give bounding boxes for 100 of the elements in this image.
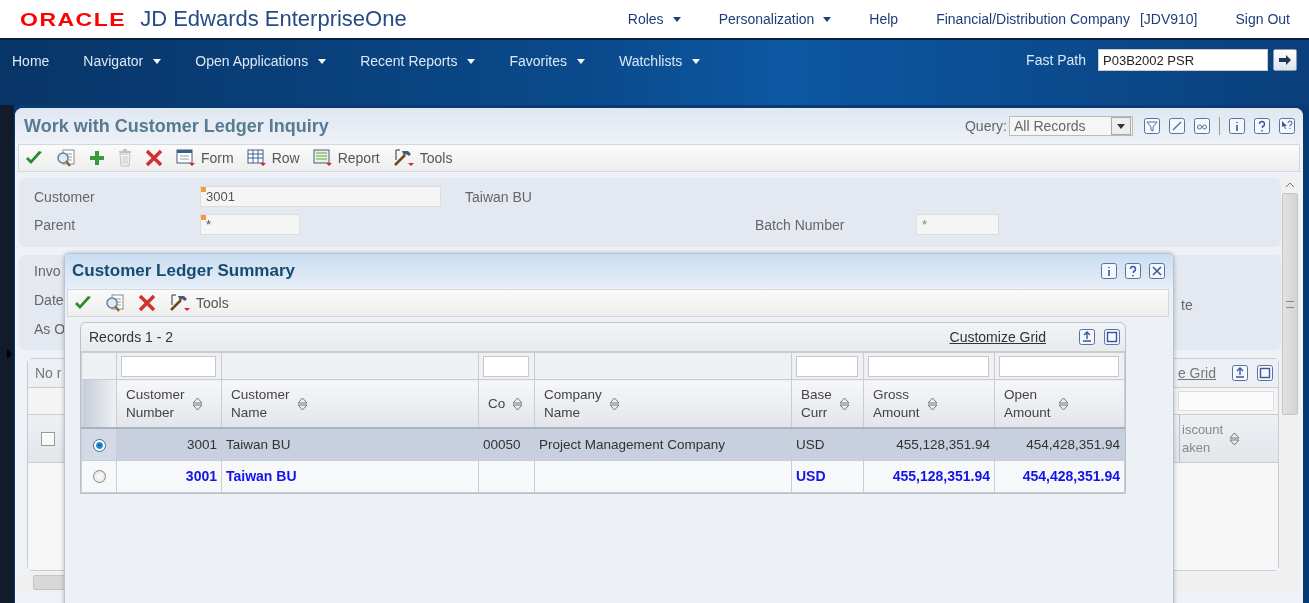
- table-cell: Taiwan BU: [221, 460, 479, 492]
- sort-icon[interactable]: [838, 396, 850, 411]
- field-label: As O: [34, 321, 66, 337]
- caret-icon: [467, 58, 476, 64]
- edit-icon[interactable]: [1169, 118, 1185, 134]
- customize-grid-link[interactable]: e Grid: [1177, 365, 1216, 381]
- records-label: Records 1 - 2: [89, 329, 174, 345]
- tools-menu-button[interactable]: Tools: [169, 294, 229, 312]
- arrow-icon: [1277, 52, 1293, 68]
- close-button[interactable]: [138, 294, 156, 312]
- query-dropdown[interactable]: All Records: [1009, 116, 1133, 136]
- item-help-icon[interactable]: [1279, 118, 1295, 134]
- go-button[interactable]: [1273, 49, 1297, 71]
- check-icon: [25, 150, 43, 166]
- hammer-icon: [169, 294, 191, 312]
- sort-icon[interactable]: [191, 396, 203, 411]
- report-icon: [312, 149, 333, 167]
- column-header[interactable]: Open Amount: [994, 379, 1125, 428]
- check-button[interactable]: [74, 295, 92, 311]
- maximize-icon[interactable]: [1104, 329, 1120, 345]
- find-button[interactable]: [105, 294, 125, 312]
- column-header[interactable]: Company Name: [534, 379, 792, 428]
- sort-icon[interactable]: [926, 396, 938, 411]
- menu-item[interactable]: Favorites: [509, 53, 585, 69]
- close-button[interactable]: [145, 149, 163, 167]
- filter-field[interactable]: [796, 355, 858, 377]
- fast-path-field[interactable]: P03B2002 PSR: [1098, 49, 1268, 71]
- header-link[interactable]: Sign Out: [1235, 11, 1290, 27]
- query-label: Query:: [965, 118, 1007, 134]
- header-link[interactable]: Help: [869, 11, 899, 27]
- export-icon[interactable]: [1079, 329, 1095, 345]
- check-icon: [74, 295, 92, 311]
- field-label: te: [1181, 296, 1194, 313]
- tools-menu-button[interactable]: Tools: [392, 149, 453, 167]
- column-header[interactable]: Co: [478, 379, 535, 428]
- input-field[interactable]: 3001: [200, 186, 441, 207]
- info-icon[interactable]: [1101, 263, 1117, 279]
- row-menu-button[interactable]: Row: [246, 149, 300, 167]
- find-icon: [56, 149, 76, 167]
- filter-field[interactable]: [999, 355, 1119, 377]
- plus-button[interactable]: [89, 150, 105, 166]
- customize-grid-link[interactable]: Customize Grid: [949, 329, 1046, 345]
- table-cell: 455,128,351.94: [863, 428, 995, 460]
- sort-icon[interactable]: [512, 396, 524, 411]
- menu-item[interactable]: Home: [12, 53, 50, 69]
- menu-item[interactable]: Open Applications: [195, 53, 327, 69]
- filter-field[interactable]: [121, 355, 216, 377]
- filter-field[interactable]: [1178, 391, 1274, 411]
- header-link[interactable]: Personalization: [718, 11, 832, 27]
- header-link[interactable]: Financial/Distribution Company: [936, 11, 1130, 27]
- table-cell: 454,428,351.94: [994, 460, 1125, 492]
- filter-icon[interactable]: [1144, 118, 1160, 134]
- glasses-icon[interactable]: [1194, 118, 1210, 134]
- help-icon[interactable]: [1125, 263, 1141, 279]
- menu-item[interactable]: Recent Reports: [360, 53, 476, 69]
- export-icon[interactable]: [1232, 365, 1248, 381]
- sort-icon[interactable]: [608, 396, 620, 411]
- caret-icon: [692, 58, 701, 64]
- close-icon: [145, 149, 163, 167]
- filter-field[interactable]: [868, 355, 989, 377]
- grid-row[interactable]: 3001 Taiwan BU USD 455,128,351.94 454,428,351.94: [81, 460, 1125, 492]
- trash-icon: [118, 149, 132, 167]
- filter-field[interactable]: [483, 355, 529, 377]
- close-icon[interactable]: [1149, 263, 1165, 279]
- find-button[interactable]: [56, 149, 76, 167]
- form-icon: [176, 149, 196, 167]
- menu-item[interactable]: Watchlists: [619, 53, 701, 69]
- close-icon: [138, 294, 156, 312]
- check-button[interactable]: [25, 150, 43, 166]
- radio-button[interactable]: [92, 470, 106, 484]
- checkbox[interactable]: [41, 431, 55, 446]
- input-field[interactable]: *: [200, 214, 300, 235]
- fast-path-label: Fast Path: [1026, 52, 1086, 68]
- vertical-scrollbar[interactable]: [1281, 177, 1299, 589]
- maximize-icon[interactable]: [1257, 365, 1273, 381]
- field-label: Parent: [34, 216, 77, 233]
- field-label: Batch Number: [755, 216, 846, 233]
- header-link[interactable]: [JDV910]: [1139, 11, 1198, 27]
- help-icon[interactable]: [1254, 118, 1270, 134]
- form-title: Work with Customer Ledger Inquiry: [24, 115, 329, 137]
- header-link[interactable]: Roles: [627, 11, 681, 27]
- form-menu-button[interactable]: Form: [176, 149, 234, 167]
- info-icon[interactable]: [1229, 118, 1245, 134]
- grid-row[interactable]: 3001 Taiwan BU 00050 Project Management Company USD 455,128,351.94 454,428,351.94: [81, 428, 1125, 460]
- column-header[interactable]: Customer Name: [221, 379, 479, 428]
- table-cell: USD: [791, 460, 864, 492]
- menu-item[interactable]: Navigator: [83, 53, 162, 69]
- report-menu-button[interactable]: Report: [312, 149, 380, 167]
- hammer-icon: [392, 149, 415, 167]
- column-header[interactable]: Gross Amount: [863, 379, 995, 428]
- column-header[interactable]: Customer Number: [116, 379, 222, 428]
- find-icon: [105, 294, 125, 312]
- dialog-title: Customer Ledger Summary: [72, 261, 295, 281]
- sort-icon[interactable]: [1057, 396, 1069, 411]
- sort-icon[interactable]: [1229, 431, 1241, 446]
- column-header[interactable]: Base Curr: [791, 379, 864, 428]
- caret-icon: [153, 58, 162, 64]
- grid-icon: [246, 149, 267, 167]
- sort-icon[interactable]: [296, 396, 308, 411]
- radio-button[interactable]: [92, 438, 106, 452]
